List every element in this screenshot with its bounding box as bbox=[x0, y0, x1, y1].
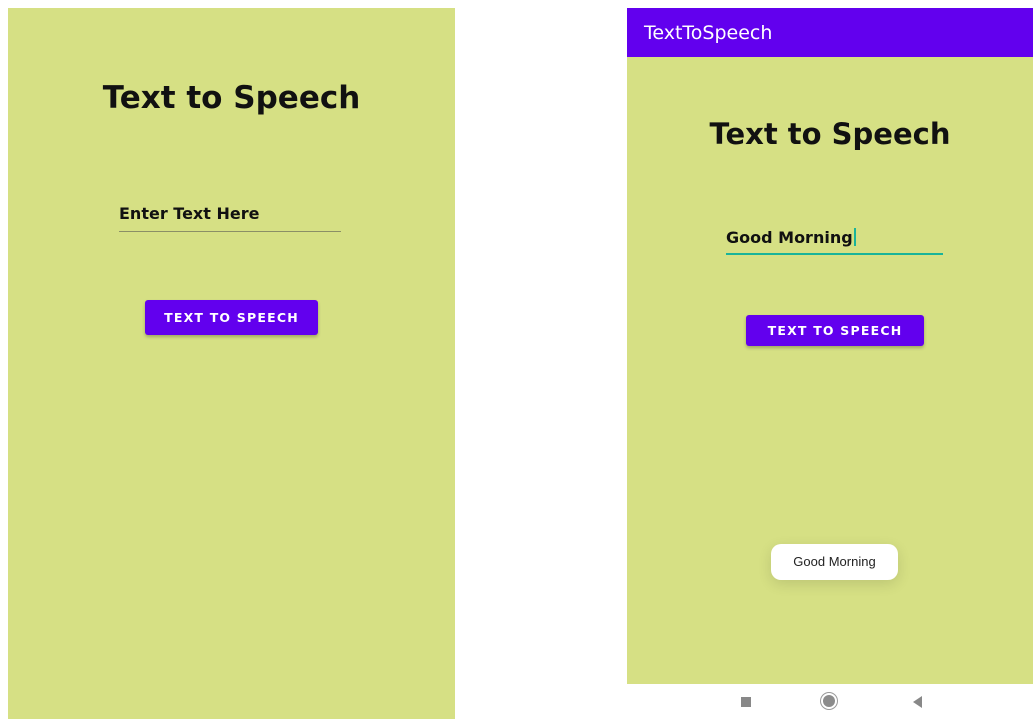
text-input-placeholder: Enter Text Here bbox=[119, 204, 260, 223]
toast-message: Good Morning bbox=[771, 544, 898, 580]
home-icon[interactable] bbox=[823, 695, 835, 707]
text-input[interactable]: Good Morning bbox=[726, 228, 943, 255]
text-input-value: Good Morning bbox=[726, 228, 853, 247]
left-phone-screen: Text to Speech Enter Text Here TEXT TO S… bbox=[8, 8, 455, 719]
back-icon[interactable] bbox=[913, 696, 922, 708]
system-nav-bar bbox=[627, 684, 1033, 719]
right-phone-screen: TextToSpeech Text to Speech Good Morning… bbox=[627, 8, 1033, 684]
page-title: Text to Speech bbox=[709, 117, 951, 151]
text-to-speech-button[interactable]: TEXT TO SPEECH bbox=[145, 300, 318, 335]
text-cursor bbox=[853, 228, 856, 246]
app-bar-title: TextToSpeech bbox=[644, 22, 773, 44]
recents-icon[interactable] bbox=[741, 697, 751, 707]
app-bar: TextToSpeech bbox=[627, 8, 1033, 57]
text-input[interactable]: Enter Text Here bbox=[119, 204, 341, 232]
text-to-speech-button[interactable]: TEXT TO SPEECH bbox=[746, 315, 924, 346]
page-title: Text to Speech bbox=[102, 80, 361, 116]
